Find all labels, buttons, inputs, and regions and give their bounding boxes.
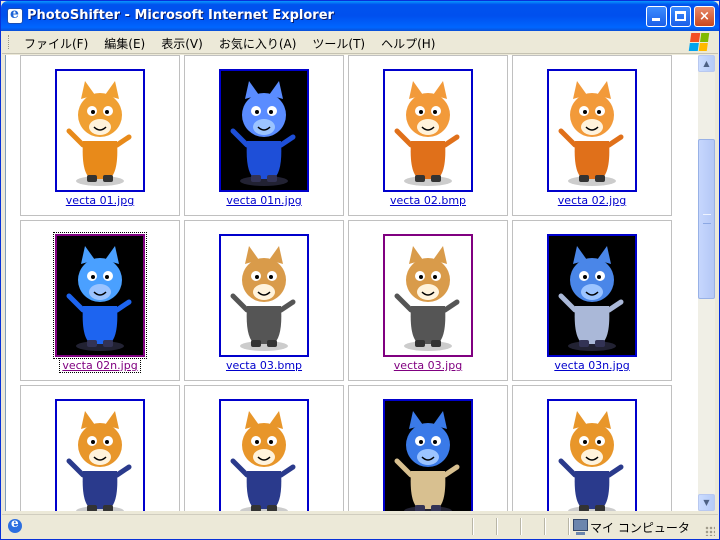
image-thumbnail[interactable] bbox=[55, 69, 145, 192]
windows-logo-icon bbox=[688, 33, 710, 51]
status-divider bbox=[472, 518, 474, 535]
image-filename: vecta 03.jpg bbox=[393, 359, 463, 372]
close-button[interactable]: × bbox=[694, 6, 715, 27]
arrow-down-icon: ▼ bbox=[703, 498, 710, 507]
menu-bar: ファイル(F) 編集(E) 表示(V) お気に入り(A) ツール(T) ヘルプ(… bbox=[2, 31, 718, 54]
scroll-down-button[interactable]: ▼ bbox=[698, 494, 715, 511]
cat-mascot-icon bbox=[66, 81, 132, 186]
image-thumbnail[interactable] bbox=[547, 399, 637, 511]
page-status-icon bbox=[8, 516, 22, 533]
gallery-cell: vecta 03.bmp bbox=[184, 220, 344, 381]
image-link[interactable]: vecta 03n.jpg bbox=[513, 359, 671, 372]
image-thumbnail[interactable] bbox=[547, 69, 637, 192]
minimize-button[interactable] bbox=[646, 6, 667, 27]
maximize-button[interactable] bbox=[670, 6, 691, 27]
gallery-cell: vecta 02.jpg bbox=[512, 55, 672, 216]
cat-mascot-icon bbox=[558, 411, 624, 511]
menu-edit[interactable]: 編集(E) bbox=[96, 33, 153, 54]
gallery-cell bbox=[184, 385, 344, 511]
cat-mascot-icon bbox=[230, 81, 296, 186]
ie-icon bbox=[7, 6, 23, 24]
image-filename: vecta 02.jpg bbox=[557, 194, 627, 207]
toolbar-grip[interactable] bbox=[8, 35, 12, 49]
gallery-cell: vecta 01n.jpg bbox=[184, 55, 344, 216]
cat-mascot-icon bbox=[66, 411, 132, 511]
minimize-icon bbox=[652, 18, 660, 21]
gallery-cell bbox=[512, 385, 672, 511]
image-link[interactable]: vecta 02.bmp bbox=[349, 194, 507, 207]
gallery-cell: vecta 03n.jpg bbox=[512, 220, 672, 381]
security-zone: マイ コンピュータ bbox=[590, 521, 690, 535]
status-divider bbox=[520, 518, 522, 535]
gallery-cell: vecta 02n.jpg bbox=[20, 220, 180, 381]
menu-favorites[interactable]: お気に入り(A) bbox=[211, 33, 305, 54]
cat-mascot-icon bbox=[558, 246, 624, 351]
image-link[interactable]: vecta 03.jpg bbox=[349, 359, 507, 372]
image-link[interactable]: vecta 01.jpg bbox=[21, 194, 179, 207]
menu-tools[interactable]: ツール(T) bbox=[304, 33, 373, 54]
image-thumbnail[interactable] bbox=[383, 69, 473, 192]
cat-mascot-icon bbox=[394, 81, 460, 186]
status-divider bbox=[568, 518, 570, 535]
image-thumbnail[interactable] bbox=[53, 232, 147, 359]
cat-mascot-icon bbox=[230, 246, 296, 351]
image-filename: vecta 03.bmp bbox=[225, 359, 303, 372]
image-thumbnail[interactable] bbox=[219, 234, 309, 357]
image-link[interactable]: vecta 02n.jpg bbox=[21, 358, 179, 373]
arrow-up-icon: ▲ bbox=[703, 59, 710, 68]
image-filename: vecta 02n.jpg bbox=[59, 358, 141, 373]
computer-icon bbox=[573, 519, 588, 535]
cat-mascot-icon bbox=[394, 246, 460, 351]
scroll-thumb[interactable] bbox=[698, 139, 715, 299]
cat-mascot-icon bbox=[66, 246, 132, 351]
image-link[interactable]: vecta 02.jpg bbox=[513, 194, 671, 207]
image-link[interactable]: vecta 03.bmp bbox=[185, 359, 343, 372]
cat-mascot-icon bbox=[394, 411, 460, 511]
menu-file[interactable]: ファイル(F) bbox=[16, 33, 96, 54]
image-link[interactable]: vecta 01n.jpg bbox=[185, 194, 343, 207]
status-divider bbox=[544, 518, 546, 535]
page-content: vecta 01.jpg vecta 01n.jpg vecta 02.bmp vec… bbox=[5, 55, 698, 511]
cat-mascot-icon bbox=[230, 411, 296, 511]
gallery-cell: vecta 03.jpg bbox=[348, 220, 508, 381]
scroll-up-button[interactable]: ▲ bbox=[698, 55, 715, 72]
vertical-scrollbar[interactable]: ▲ ▼ bbox=[698, 55, 715, 511]
close-icon: × bbox=[699, 9, 710, 24]
gallery-cell: vecta 01.jpg bbox=[20, 55, 180, 216]
image-filename: vecta 03n.jpg bbox=[554, 359, 630, 372]
image-thumbnail[interactable] bbox=[55, 399, 145, 511]
browser-window: PhotoShifter - Microsoft Internet Explor… bbox=[0, 0, 720, 540]
image-thumbnail[interactable] bbox=[383, 234, 473, 357]
menu-view[interactable]: 表示(V) bbox=[153, 33, 211, 54]
image-thumbnail[interactable] bbox=[383, 399, 473, 511]
gallery-cell: vecta 02.bmp bbox=[348, 55, 508, 216]
cat-mascot-icon bbox=[558, 81, 624, 186]
menu-help[interactable]: ヘルプ(H) bbox=[373, 33, 443, 54]
image-filename: vecta 01n.jpg bbox=[226, 194, 302, 207]
status-divider bbox=[496, 518, 498, 535]
resize-grip[interactable] bbox=[705, 526, 715, 536]
maximize-icon bbox=[675, 11, 686, 21]
window-title: PhotoShifter - Microsoft Internet Explor… bbox=[27, 8, 334, 23]
status-bar: マイ コンピュータ bbox=[2, 514, 718, 539]
gallery-cell bbox=[348, 385, 508, 511]
image-filename: vecta 02.bmp bbox=[389, 194, 467, 207]
thumbnail-grid: vecta 01.jpg vecta 01n.jpg vecta 02.bmp vec… bbox=[20, 55, 672, 511]
gallery-cell bbox=[20, 385, 180, 511]
image-thumbnail[interactable] bbox=[547, 234, 637, 357]
title-bar[interactable]: PhotoShifter - Microsoft Internet Explor… bbox=[1, 1, 719, 31]
image-thumbnail[interactable] bbox=[219, 69, 309, 192]
image-thumbnail[interactable] bbox=[219, 399, 309, 511]
image-filename: vecta 01.jpg bbox=[65, 194, 135, 207]
